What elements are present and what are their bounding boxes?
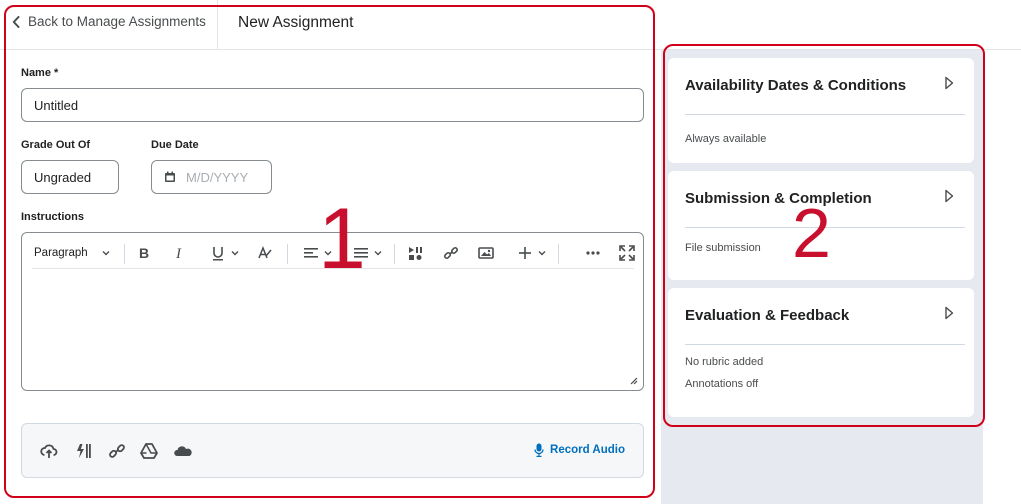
submission-title: Submission & Completion xyxy=(685,190,872,207)
italic-icon: I xyxy=(175,246,182,261)
insert-stuff-icon xyxy=(409,247,422,260)
format-style-button[interactable] xyxy=(255,243,275,263)
fullscreen-icon xyxy=(619,245,635,261)
triangle-right-icon xyxy=(945,306,954,320)
more-icon xyxy=(586,251,600,255)
submission-summary: File submission xyxy=(685,242,761,254)
toolbar-divider xyxy=(394,244,395,264)
record-audio-button[interactable]: Record Audio xyxy=(534,443,625,457)
resize-grip-icon[interactable] xyxy=(628,375,638,385)
insert-more-button[interactable] xyxy=(514,243,548,263)
availability-summary: Always available xyxy=(685,133,767,145)
page-title: New Assignment xyxy=(238,14,354,31)
header-divider xyxy=(217,0,218,50)
due-date-placeholder: M/D/YYYY xyxy=(186,169,249,185)
svg-text:I: I xyxy=(175,246,182,261)
quicklink-button[interactable] xyxy=(74,442,92,460)
chevron-down-icon xyxy=(102,251,110,256)
onedrive-button[interactable] xyxy=(174,442,192,460)
card-divider xyxy=(685,114,965,115)
calendar-icon xyxy=(165,171,175,182)
instructions-label: Instructions xyxy=(21,211,84,223)
due-date-input[interactable]: M/D/YYYY xyxy=(151,160,272,194)
attach-quicklink-icon xyxy=(77,444,91,458)
svg-text:B: B xyxy=(139,245,149,261)
google-drive-button[interactable] xyxy=(140,442,158,460)
google-drive-icon xyxy=(140,443,158,459)
grade-out-of-label: Grade Out Of xyxy=(21,139,91,151)
more-options-button[interactable] xyxy=(584,243,602,263)
rubric-summary: No rubric added xyxy=(685,356,764,368)
insert-stuff-button[interactable] xyxy=(407,243,425,263)
chevron-down-icon xyxy=(538,251,545,256)
align-icon xyxy=(303,248,318,258)
assignment-options-panel: Availability Dates & Conditions Always a… xyxy=(661,50,983,504)
annotations-summary: Annotations off xyxy=(685,378,759,390)
attach-link-button[interactable] xyxy=(108,442,126,460)
back-link-label: Back to Manage Assignments xyxy=(28,14,206,29)
fullscreen-button[interactable] xyxy=(618,243,636,263)
record-audio-label: Record Audio xyxy=(550,444,625,456)
underline-icon xyxy=(212,247,223,261)
availability-title: Availability Dates & Conditions xyxy=(685,77,907,94)
toolbar-divider xyxy=(558,244,559,264)
paragraph-format-select[interactable]: Paragraph xyxy=(34,243,114,263)
underline-button[interactable] xyxy=(207,243,241,263)
link-icon xyxy=(109,444,125,458)
insert-image-button[interactable] xyxy=(477,243,495,263)
chevron-down-icon xyxy=(231,251,238,256)
region-1-marker: 1 xyxy=(318,191,366,287)
evaluation-feedback-card[interactable]: Evaluation & Feedback No rubric added An… xyxy=(668,288,974,417)
toolbar-divider xyxy=(287,244,288,264)
name-label: Name * xyxy=(21,67,59,79)
region-2-marker: 2 xyxy=(792,194,831,272)
chevron-left-icon xyxy=(12,15,20,28)
grade-out-of-input[interactable]: Ungraded xyxy=(21,160,119,194)
triangle-right-icon xyxy=(945,189,954,203)
page-header: Back to Manage Assignments New Assignmen… xyxy=(0,0,1021,50)
onedrive-icon xyxy=(174,446,192,456)
insert-plus-icon xyxy=(518,247,531,259)
due-date-label: Due Date xyxy=(151,139,199,151)
link-icon xyxy=(443,246,459,260)
evaluation-title: Evaluation & Feedback xyxy=(685,307,850,324)
card-divider xyxy=(685,344,965,345)
format-strike-icon xyxy=(258,245,272,259)
name-input[interactable]: Untitled xyxy=(21,88,644,122)
paragraph-format-label: Paragraph xyxy=(34,247,88,259)
triangle-right-icon xyxy=(945,76,954,90)
toolbar-divider xyxy=(124,244,125,264)
bold-button[interactable]: B xyxy=(135,243,153,263)
chevron-down-icon xyxy=(374,251,381,256)
attachments-bar: Record Audio xyxy=(21,423,644,478)
upload-file-button[interactable] xyxy=(40,442,58,460)
upload-icon xyxy=(40,444,58,458)
italic-button[interactable]: I xyxy=(170,243,188,263)
back-to-manage-assignments-link[interactable]: Back to Manage Assignments xyxy=(12,14,206,29)
bold-icon: B xyxy=(139,245,149,261)
microphone-icon xyxy=(534,443,544,457)
availability-card[interactable]: Availability Dates & Conditions Always a… xyxy=(668,58,974,163)
image-icon xyxy=(478,247,494,259)
insert-link-button[interactable] xyxy=(442,243,460,263)
